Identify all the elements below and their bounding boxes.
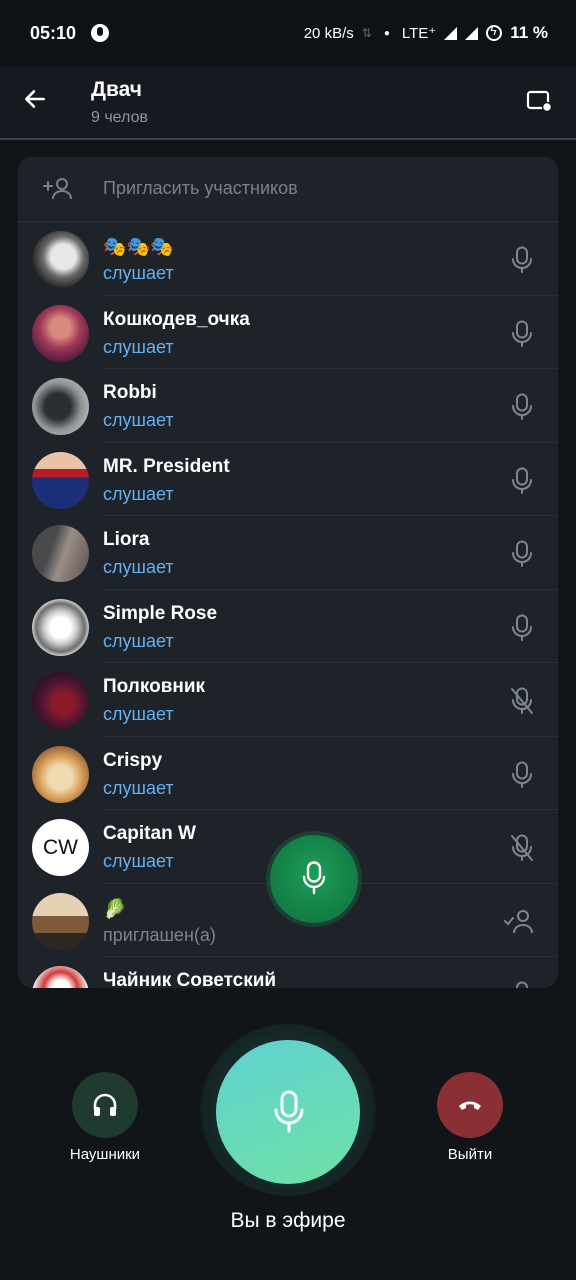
leave-button[interactable] (437, 1072, 503, 1138)
mic-icon (274, 1090, 304, 1133)
avatar (32, 598, 89, 656)
page-title: Двач (91, 78, 142, 101)
participant-row[interactable]: Liora слушает (18, 516, 558, 590)
participant-status: приглашен(а) (103, 924, 216, 945)
participant-row[interactable]: Simple Rose слушает (18, 590, 558, 664)
signal-icon (444, 26, 458, 40)
participant-name: Robbi (103, 382, 157, 403)
status-time: 05:10 (30, 23, 77, 43)
avatar: CW (32, 819, 89, 876)
status-bar: 05:10 20 kB/s ⇅ ● LTE⁺ 11 % (0, 0, 576, 66)
data-arrows-icon: ⇅ (361, 26, 372, 40)
participant-row[interactable]: Кошкодев_очка слушает (18, 296, 558, 370)
avatar-initials: CW (43, 835, 78, 859)
participant-name: Чайник Советский (103, 970, 277, 988)
signal-icon-2 (465, 26, 479, 40)
participant-row[interactable]: 🎭🎭🎭 слушает (18, 222, 558, 296)
mic-muted-icon[interactable] (510, 834, 534, 862)
participant-row[interactable]: Чайник Советский (18, 957, 558, 988)
back-arrow-icon[interactable] (22, 86, 48, 112)
participant-name: 🎭🎭🎭 (103, 237, 174, 258)
battery-saver-icon (486, 24, 503, 41)
avatar (32, 304, 89, 362)
avatar (32, 966, 89, 988)
network-type: LTE⁺ (401, 25, 437, 42)
status-right: 20 kB/s ⇅ ● LTE⁺ 11 % (304, 23, 548, 43)
participant-status: слушает (103, 777, 174, 798)
participant-status: слушает (103, 630, 174, 651)
screen-share-icon[interactable] (526, 90, 552, 112)
invite-participants-button[interactable]: Пригласить участников (18, 157, 558, 222)
avatar (32, 745, 89, 803)
participant-row[interactable]: Crispy слушает (18, 737, 558, 811)
participant-row[interactable]: MR. President слушает (18, 443, 558, 517)
invite-label: Пригласить участников (103, 178, 298, 198)
end-call-icon (459, 1101, 481, 1110)
mic-icon[interactable] (510, 320, 534, 348)
headphones-button[interactable] (72, 1072, 138, 1138)
chat-header: Двач 9 челов (0, 66, 576, 140)
floating-mic-button[interactable] (270, 835, 358, 923)
participant-status: слушает (103, 557, 174, 577)
main-mic-button[interactable] (216, 1040, 360, 1184)
participant-status: слушает (103, 704, 174, 724)
avatar (32, 378, 89, 435)
battery-level: 11 % (510, 23, 548, 42)
avatar (32, 231, 89, 288)
mic-icon[interactable] (510, 467, 534, 495)
mic-icon[interactable] (510, 246, 534, 274)
mic-icon (302, 861, 326, 895)
avatar (32, 672, 89, 729)
mic-icon[interactable] (510, 540, 534, 568)
invited-user-icon[interactable] (504, 908, 534, 936)
mic-recording-icon (91, 24, 109, 42)
mic-icon[interactable] (510, 981, 534, 988)
participant-row[interactable]: Robbi слушает (18, 369, 558, 443)
participant-name: 🥬 (103, 898, 127, 920)
participant-name: Кошкодев_очка (103, 308, 250, 330)
mic-icon[interactable] (510, 761, 534, 789)
avatar (32, 451, 89, 509)
leave-label: Выйти (447, 1146, 493, 1163)
participant-status: слушает (103, 483, 174, 504)
participant-name: Crispy (103, 749, 163, 771)
participant-status: слушает (103, 263, 174, 283)
notification-dot-icon: ● (383, 27, 390, 39)
network-speed: 20 kB/s (303, 24, 354, 42)
participant-name: MR. President (103, 455, 230, 477)
headphones-icon (93, 1093, 117, 1116)
participant-status: слушает (103, 851, 174, 871)
add-user-icon (43, 178, 72, 200)
on-air-status: Вы в эфире (230, 1209, 346, 1232)
mic-icon[interactable] (510, 614, 534, 642)
participant-name: Полковник (103, 676, 206, 697)
mic-icon[interactable] (510, 393, 534, 421)
avatar (32, 892, 89, 950)
participant-name: Capitan W (103, 823, 196, 844)
headphones-label: Наушники (69, 1146, 141, 1163)
participant-row[interactable]: Полковник слушает (18, 663, 558, 737)
participant-name: Simple Rose (103, 602, 218, 624)
participant-status: слушает (103, 336, 174, 357)
mic-muted-icon[interactable] (510, 687, 534, 715)
participant-name: Liora (103, 529, 150, 550)
avatar (32, 525, 89, 582)
participant-status: слушает (103, 410, 174, 430)
member-count: 9 челов (91, 109, 148, 126)
